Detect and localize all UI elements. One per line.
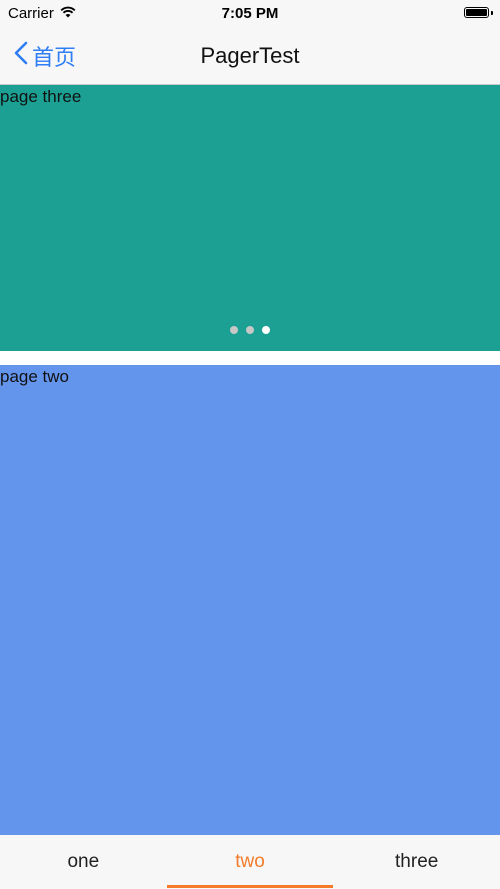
tab-active-indicator — [166, 885, 334, 888]
battery-level — [466, 9, 487, 16]
navigation-bar: 首页 PagerTest — [0, 28, 500, 85]
content-page-label: page two — [0, 367, 69, 386]
battery-icon — [464, 7, 489, 18]
pager-view[interactable]: page three — [0, 85, 500, 351]
tab-three[interactable]: three — [333, 835, 500, 889]
tab-two-label: two — [235, 851, 265, 872]
tab-one[interactable]: one — [0, 835, 167, 889]
page-dot-2[interactable] — [246, 326, 254, 334]
tab-bar: one two three — [0, 835, 500, 889]
page-dot-1[interactable] — [230, 326, 238, 334]
app-screen: Carrier 7:05 PM 首页 PagerTest page three … — [0, 0, 500, 889]
pager-page-label: page three — [0, 87, 82, 106]
tab-one-label: one — [67, 851, 100, 872]
page-indicator[interactable] — [0, 326, 500, 334]
status-time: 7:05 PM — [221, 5, 279, 22]
status-bar: Carrier 7:05 PM — [0, 0, 500, 28]
tab-two[interactable]: two — [166, 835, 334, 889]
battery-tip — [491, 11, 493, 15]
page-title: PagerTest — [200, 43, 300, 68]
tab-three-label: three — [395, 851, 439, 872]
page-dot-3[interactable] — [262, 326, 270, 334]
content-page: page two — [0, 365, 500, 835]
